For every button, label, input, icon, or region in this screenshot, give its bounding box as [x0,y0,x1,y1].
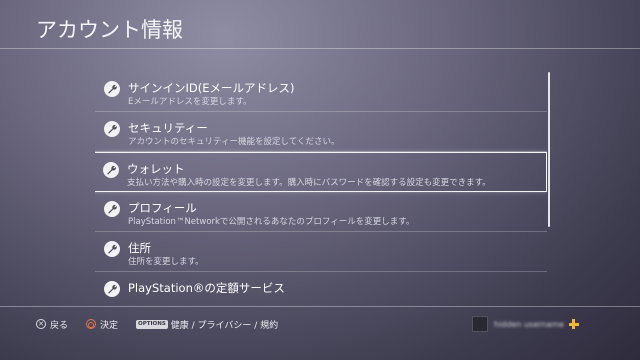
menu-item-address[interactable]: 住所 住所を変更します。 [95,232,547,272]
confirm-label: 決定 [100,320,119,331]
options-label: 健康 / プライバシー / 規約 [170,320,279,331]
menu-item-description: 住所を変更します。 [128,257,204,267]
user-name: hidden username [494,319,564,329]
menu-item-description: アカウントのセキュリティー機能を設定してください。 [128,137,340,147]
circle-button-icon [86,319,97,329]
wrench-icon [104,281,120,297]
menu-item-label: ウォレット [127,162,185,176]
footer-divider [0,306,640,307]
plus-icon [568,319,579,329]
menu-item-description: Eメールアドレスを変更します。 [128,97,252,107]
back-label: 戻る [50,320,69,331]
title-divider [0,48,640,49]
menu-item-label: セキュリティー [128,121,208,135]
confirm-hint[interactable]: 決定 [86,318,118,331]
cross-button-icon: ✕ [36,319,46,329]
menu-item-wallet[interactable]: ウォレット 支払い方法や購入時の設定を変更します。購入時にパスワードを確認する設… [95,152,547,192]
menu-item-label: PlayStation®の定額サービス [128,281,285,295]
back-hint[interactable]: ✕ 戻る [36,318,68,331]
menu-item-label: サインインID(Eメールアドレス) [128,81,295,95]
wrench-icon [103,162,119,178]
page-title: アカウント情報 [36,18,183,42]
user-area: hidden username [472,316,579,332]
button-hints: ✕ 戻る 決定 OPTIONS 健康 / プライバシー / 規約 [36,317,296,331]
menu-item-label: プロフィール [128,201,197,215]
menu-item-security[interactable]: セキュリティー アカウントのセキュリティー機能を設定してください。 [95,112,547,152]
settings-menu-list: サインインID(Eメールアドレス) Eメールアドレスを変更します。 セキュリティ… [95,72,547,302]
menu-item-description: 支払い方法や購入時の設定を変更します。購入時にパスワードを確認する設定も変更でき… [127,178,491,188]
menu-item-profile[interactable]: プロフィール PlayStation™Networkで公開されるあなたのプロフィ… [95,192,547,232]
scrollbar[interactable] [548,72,550,227]
menu-item-subscriptions[interactable]: PlayStation®の定額サービス [95,272,547,302]
menu-item-label: 住所 [128,241,151,255]
avatar [472,316,488,332]
wrench-icon [104,201,120,217]
menu-item-signin-id[interactable]: サインインID(Eメールアドレス) Eメールアドレスを変更します。 [95,72,547,112]
options-button-icon: OPTIONS [136,319,168,329]
wrench-icon [104,81,120,97]
options-hint[interactable]: OPTIONS 健康 / プライバシー / 規約 [136,318,278,331]
wrench-icon [104,241,120,257]
wrench-icon [104,121,120,137]
menu-item-description: PlayStation™Networkで公開されるあなたのプロフィールを変更しま… [128,217,415,227]
